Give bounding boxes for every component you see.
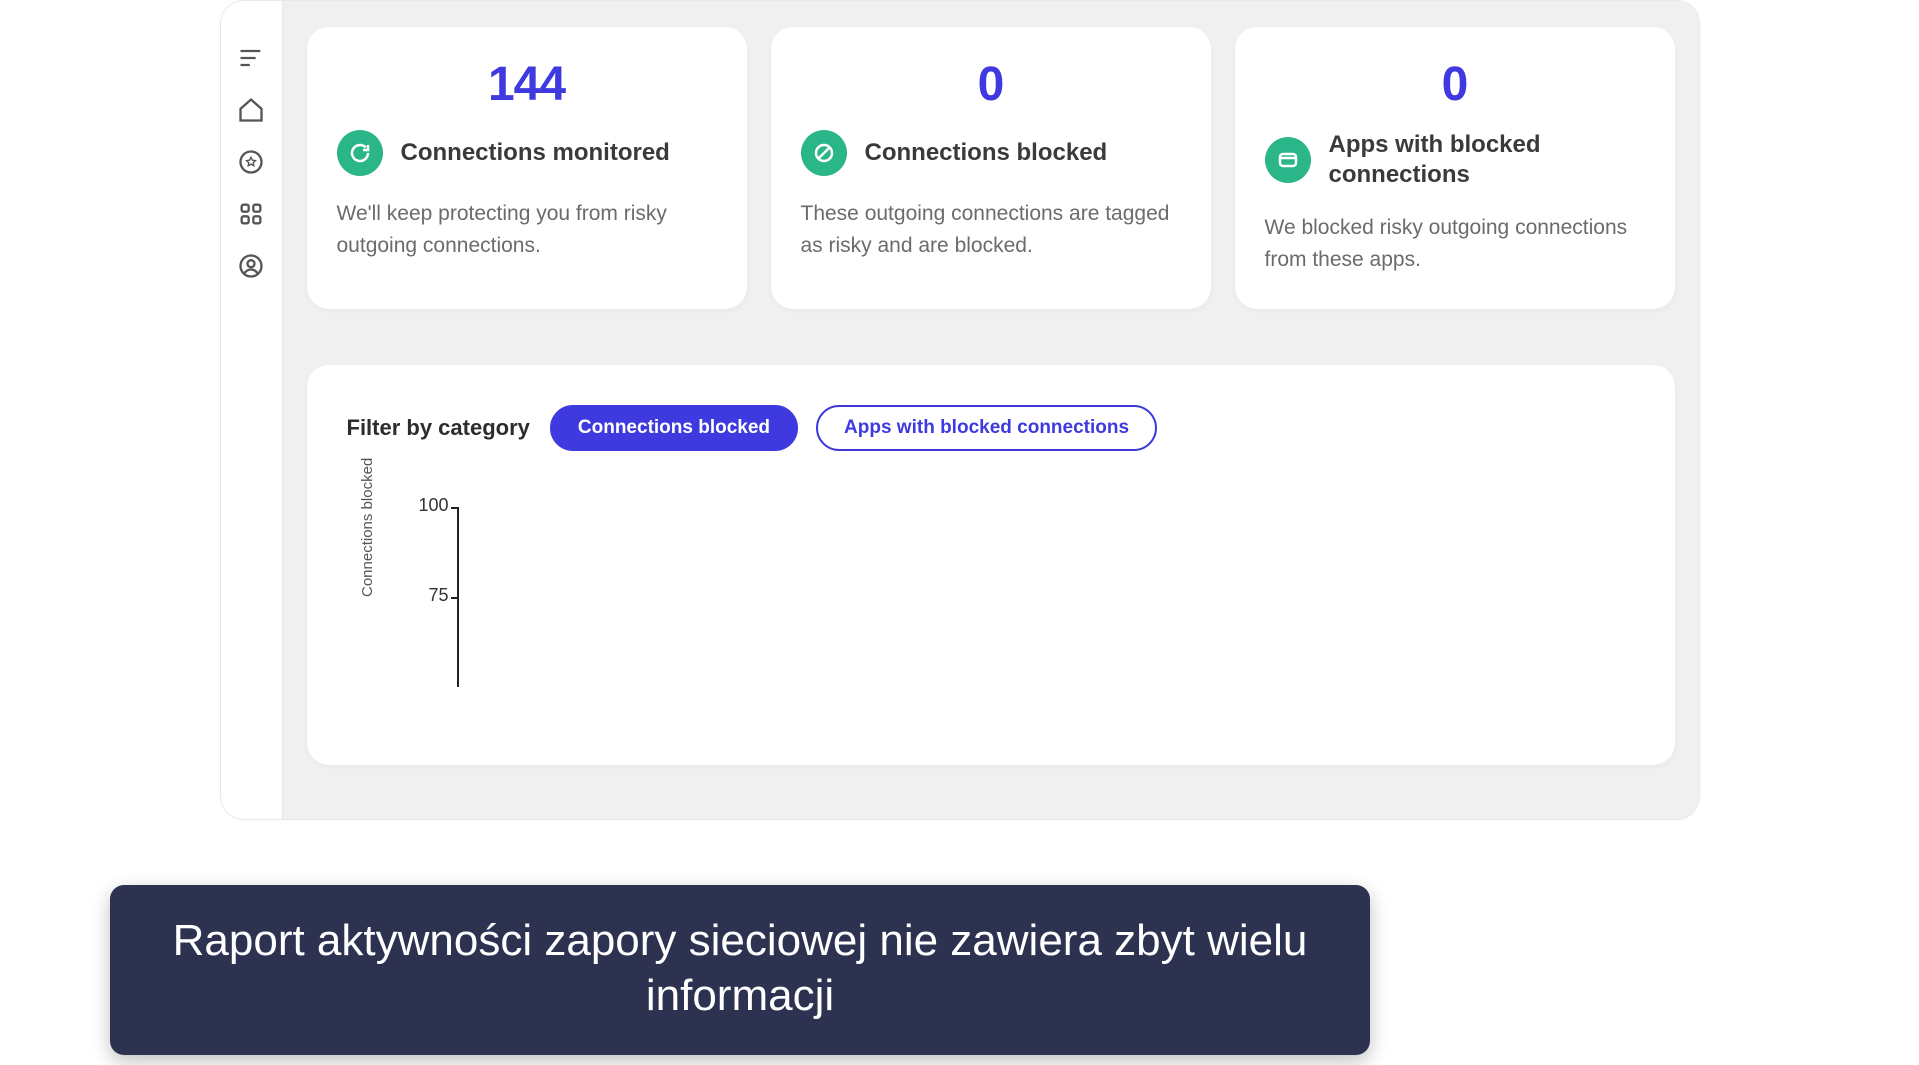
app-icon bbox=[1265, 137, 1311, 183]
menu-icon[interactable] bbox=[236, 43, 266, 73]
y-tick: 75 bbox=[409, 585, 449, 606]
apps-grid-icon[interactable] bbox=[236, 199, 266, 229]
stat-value: 144 bbox=[337, 57, 717, 112]
chart: Connections blocked 100 75 bbox=[377, 507, 1635, 727]
chart-plot-area bbox=[457, 507, 1595, 687]
blocked-icon bbox=[801, 130, 847, 176]
stat-description: These outgoing connections are tagged as… bbox=[801, 198, 1181, 261]
stat-description: We'll keep protecting you from risky out… bbox=[337, 198, 717, 261]
stat-value: 0 bbox=[801, 57, 1181, 112]
stat-title: Connections blocked bbox=[865, 138, 1108, 168]
sidebar bbox=[221, 1, 283, 819]
profile-icon[interactable] bbox=[236, 251, 266, 281]
y-axis-label: Connections blocked bbox=[359, 458, 376, 597]
card-apps-blocked: 0 Apps with blocked connections We block… bbox=[1235, 27, 1675, 309]
filter-row: Filter by category Connections blocked A… bbox=[347, 405, 1635, 451]
stat-value: 0 bbox=[1265, 57, 1645, 112]
filter-pill-connections-blocked[interactable]: Connections blocked bbox=[550, 405, 798, 451]
stat-title: Apps with blocked connections bbox=[1329, 130, 1645, 190]
stat-description: We blocked risky outgoing connections fr… bbox=[1265, 212, 1645, 275]
refresh-icon bbox=[337, 130, 383, 176]
stat-title: Connections monitored bbox=[401, 138, 670, 168]
card-connections-monitored: 144 Connections monitored We'll keep pro… bbox=[307, 27, 747, 309]
home-icon[interactable] bbox=[236, 95, 266, 125]
chart-panel: Filter by category Connections blocked A… bbox=[307, 365, 1675, 765]
y-tick: 100 bbox=[409, 495, 449, 516]
app-window: 144 Connections monitored We'll keep pro… bbox=[220, 0, 1700, 820]
shield-star-icon[interactable] bbox=[236, 147, 266, 177]
filter-label: Filter by category bbox=[347, 415, 530, 441]
annotation-caption: Raport aktywności zapory sieciowej nie z… bbox=[110, 885, 1370, 1055]
filter-pill-apps-blocked[interactable]: Apps with blocked connections bbox=[816, 405, 1157, 451]
main-area: 144 Connections monitored We'll keep pro… bbox=[283, 1, 1699, 819]
card-connections-blocked: 0 Connections blocked These outgoing con… bbox=[771, 27, 1211, 309]
stats-row: 144 Connections monitored We'll keep pro… bbox=[307, 27, 1675, 309]
